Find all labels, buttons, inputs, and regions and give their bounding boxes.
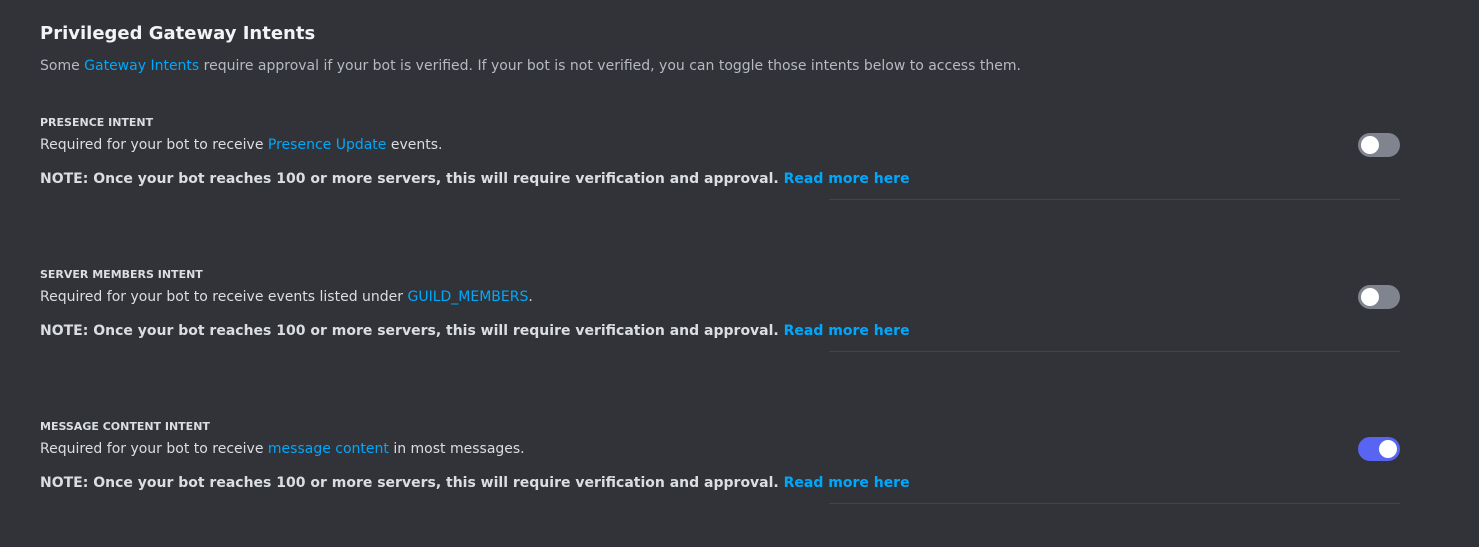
read-more-link[interactable]: Read more here bbox=[784, 323, 910, 339]
intent-server-members: SERVER MEMBERS INTENT Required for your … bbox=[40, 267, 1400, 367]
message-content-intent-toggle[interactable] bbox=[1358, 437, 1400, 461]
section-desc-post: require approval if your bot is verified… bbox=[199, 58, 1021, 74]
intent-note: NOTE: Once your bot reaches 100 or more … bbox=[40, 321, 910, 341]
intent-note: NOTE: Once your bot reaches 100 or more … bbox=[40, 169, 910, 189]
intent-label: SERVER MEMBERS INTENT bbox=[40, 268, 203, 281]
intent-description: Required for your bot to receive events … bbox=[40, 287, 533, 307]
intent-desc-post: . bbox=[528, 289, 533, 305]
intent-label: MESSAGE CONTENT INTENT bbox=[40, 420, 210, 433]
intent-note-text: NOTE: Once your bot reaches 100 or more … bbox=[40, 475, 779, 491]
intent-desc-post: events. bbox=[386, 137, 443, 153]
server-members-intent-toggle[interactable] bbox=[1358, 285, 1400, 309]
presence-update-link[interactable]: Presence Update bbox=[268, 137, 387, 153]
intent-desc-pre: Required for your bot to receive bbox=[40, 137, 268, 153]
section-description: Some Gateway Intents require approval if… bbox=[40, 56, 1021, 76]
intent-note: NOTE: Once your bot reaches 100 or more … bbox=[40, 473, 910, 493]
intent-desc-pre: Required for your bot to receive events … bbox=[40, 289, 408, 305]
intent-description: Required for your bot to receive message… bbox=[40, 439, 525, 459]
intent-note-text: NOTE: Once your bot reaches 100 or more … bbox=[40, 323, 779, 339]
toggle-knob bbox=[1361, 288, 1379, 306]
gateway-intents-link[interactable]: Gateway Intents bbox=[84, 58, 199, 74]
divider bbox=[829, 351, 1400, 352]
read-more-link[interactable]: Read more here bbox=[784, 171, 910, 187]
guild-members-link[interactable]: GUILD_MEMBERS bbox=[407, 289, 528, 305]
toggle-knob bbox=[1361, 136, 1379, 154]
intent-desc-pre: Required for your bot to receive bbox=[40, 441, 268, 457]
divider bbox=[829, 503, 1400, 504]
read-more-link[interactable]: Read more here bbox=[784, 475, 910, 491]
intent-presence: PRESENCE INTENT Required for your bot to… bbox=[40, 115, 1400, 215]
section-desc-pre: Some bbox=[40, 58, 85, 74]
message-content-link[interactable]: message content bbox=[268, 441, 389, 457]
privileged-intents-page: Privileged Gateway Intents Some Gateway … bbox=[0, 0, 1479, 547]
section-title: Privileged Gateway Intents bbox=[40, 23, 316, 44]
presence-intent-toggle[interactable] bbox=[1358, 133, 1400, 157]
intent-desc-post: in most messages. bbox=[388, 441, 525, 457]
divider bbox=[829, 199, 1400, 200]
intent-description: Required for your bot to receive Presenc… bbox=[40, 135, 443, 155]
intent-note-text: NOTE: Once your bot reaches 100 or more … bbox=[40, 171, 779, 187]
intent-message-content: MESSAGE CONTENT INTENT Required for your… bbox=[40, 419, 1400, 519]
toggle-knob bbox=[1379, 440, 1397, 458]
intent-label: PRESENCE INTENT bbox=[40, 116, 154, 129]
